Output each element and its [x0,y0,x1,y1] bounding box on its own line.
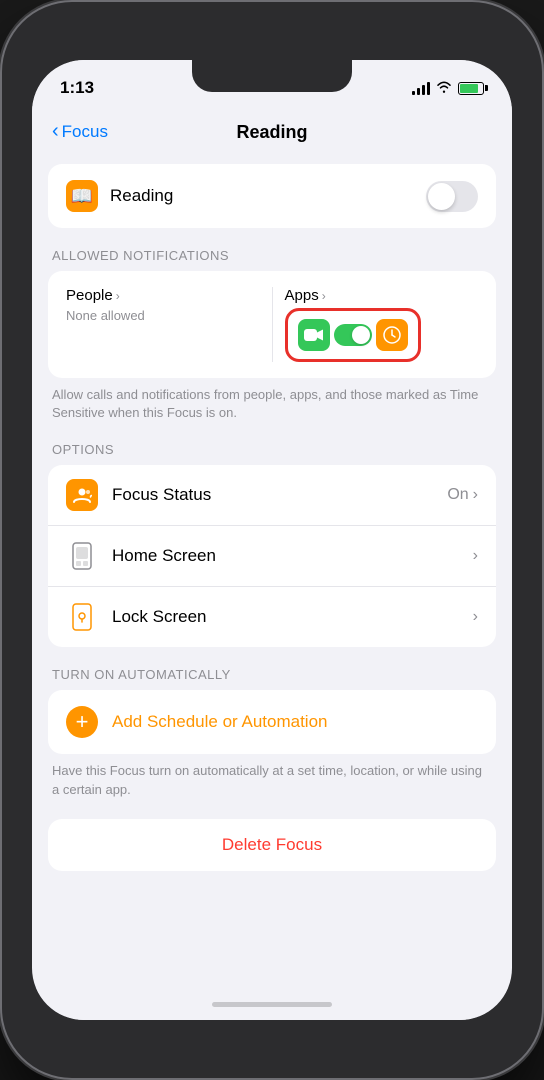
signal-bars-icon [412,81,430,95]
delete-focus-card[interactable]: Delete Focus [48,819,496,871]
apps-chevron-icon: › [322,289,326,303]
people-chevron-icon: › [116,289,120,303]
toggle-knob [428,183,455,210]
notif-divider [272,287,273,362]
lock-screen-chevron-icon: › [473,608,478,626]
home-screen-right: › [473,547,478,565]
home-bar [212,1002,332,1007]
back-chevron-icon: ‹ [52,120,59,143]
allowed-notifications-header: ALLOWED NOTIFICATIONS [52,248,492,263]
clock-app-icon [376,319,408,351]
signal-bar-3 [422,85,425,95]
home-screen-icon [66,540,98,572]
turn-on-automatically-header: TURN ON AUTOMATICALLY [52,667,492,682]
auto-info-text: Have this Focus turn on automatically at… [52,762,492,798]
focus-status-label: Focus Status [112,485,433,505]
phone-screen: 1:13 [32,60,512,1020]
people-label: People › [66,287,260,304]
apps-notif[interactable]: Apps › [285,287,479,362]
add-schedule-label: Add Schedule or Automation [112,712,327,732]
mini-toggle [334,324,372,346]
page-title: Reading [236,122,307,143]
home-indicator [32,988,512,1020]
focus-status-row[interactable]: Focus Status On › [48,465,496,526]
people-notif[interactable]: People › None allowed [66,287,260,362]
lock-screen-row[interactable]: Lock Screen › [48,587,496,647]
content-area: 📖 Reading ALLOWED NOTIFICATIONS People ›… [32,156,512,988]
reading-toggle-switch[interactable] [426,181,478,212]
book-icon: 📖 [66,180,98,212]
apps-label: Apps › [285,287,479,304]
back-button[interactable]: ‹ Focus [52,121,108,143]
battery-fill [460,84,478,93]
reading-card-label: Reading [110,186,173,206]
focus-status-icon [66,479,98,511]
delete-focus-label: Delete Focus [222,835,322,855]
home-screen-row[interactable]: Home Screen › [48,526,496,587]
options-card: Focus Status On › [48,465,496,647]
apps-highlight-box[interactable] [285,308,421,362]
plus-circle-icon: + [66,706,98,738]
battery-icon [458,82,484,95]
options-header: OPTIONS [52,442,492,457]
nav-bar: ‹ Focus Reading [32,108,512,156]
people-sublabel: None allowed [66,308,260,323]
reading-toggle-card: 📖 Reading [48,164,496,228]
focus-status-value: On [447,486,468,504]
lock-screen-right: › [473,608,478,626]
reading-card-left: 📖 Reading [66,180,173,212]
signal-bar-2 [417,88,420,95]
phone-frame: 1:13 [0,0,544,1080]
back-label: Focus [62,122,108,142]
home-screen-label: Home Screen [112,546,459,566]
signal-bar-1 [412,91,415,95]
mini-toggle-knob [352,326,370,344]
home-screen-chevron-icon: › [473,547,478,565]
notifications-info-text: Allow calls and notifications from peopl… [52,386,492,422]
status-icons [412,80,484,96]
focus-status-right: On › [447,486,478,504]
notifications-card: People › None allowed Apps › [48,271,496,378]
add-schedule-card[interactable]: + Add Schedule or Automation [48,690,496,754]
wifi-icon [436,80,452,96]
focus-status-chevron-icon: › [473,486,478,504]
signal-bar-4 [427,82,430,95]
status-time: 1:13 [60,78,94,98]
lock-screen-label: Lock Screen [112,607,459,627]
lock-screen-icon [66,601,98,633]
facetime-app-icon [298,319,330,351]
notch [192,60,352,92]
